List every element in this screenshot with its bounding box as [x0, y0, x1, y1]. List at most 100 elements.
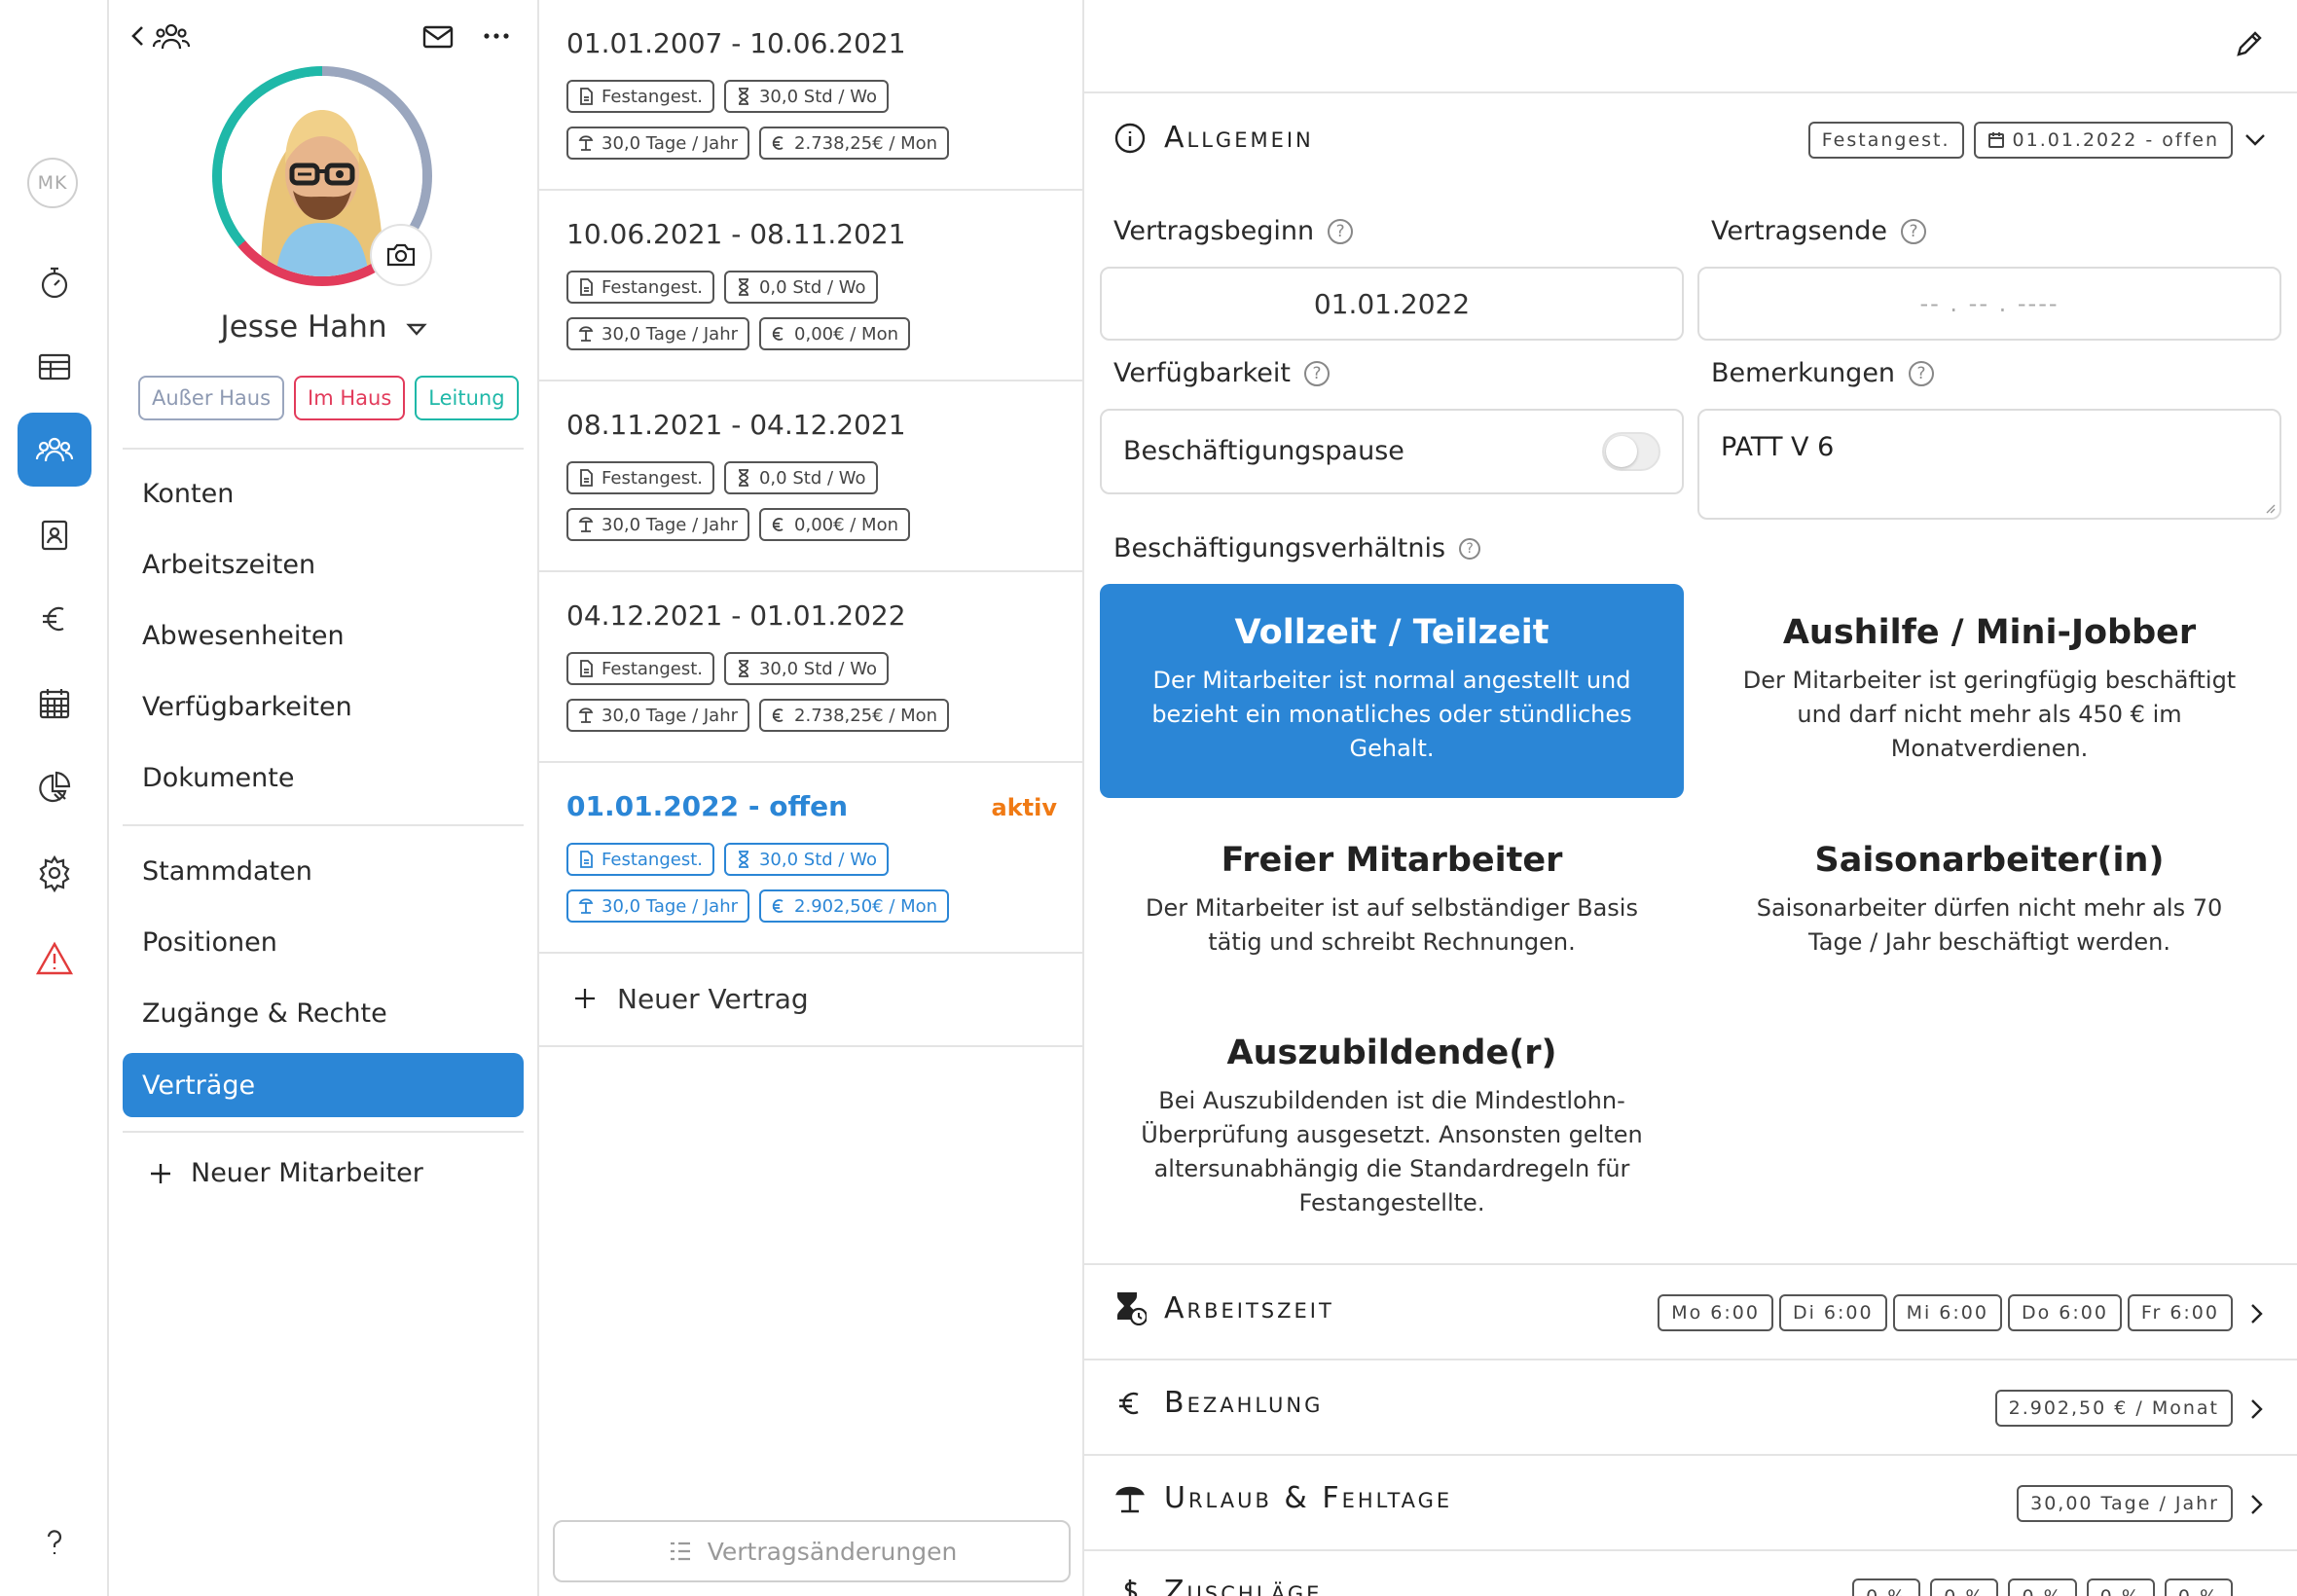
add-employee-button[interactable]: Neuer Mitarbeiter: [148, 1158, 423, 1188]
remarks-textarea[interactable]: PATT V 6: [1697, 409, 2281, 520]
team-small-icon[interactable]: [152, 19, 191, 53]
nav-item-positionen[interactable]: Positionen: [123, 910, 524, 974]
option-description: Der Mitarbeiter ist normal angestellt un…: [1151, 667, 1632, 762]
section-header-arbeitszeit[interactable]: Arbeitszeit: [1113, 1290, 1334, 1325]
section-header-bezahlung[interactable]: Bezahlung: [1113, 1386, 1323, 1420]
divider: [1084, 1549, 2297, 1551]
divider: [1084, 91, 2297, 93]
user-avatar[interactable]: MK: [27, 158, 78, 208]
back-icon[interactable]: [125, 19, 154, 53]
beach-umbrella-icon: [1115, 1486, 1145, 1512]
table-icon[interactable]: [18, 330, 91, 404]
contract-card[interactable]: 01.01.2022 - offen aktiv Festangest. 30,0 S…: [539, 763, 1084, 954]
chevron-right-icon[interactable]: [2244, 1491, 2268, 1518]
section-title: Allgemein: [1164, 121, 1314, 155]
pie-chart-icon[interactable]: [18, 751, 91, 825]
contract-vacation-text: 30,0 Tage / Jahr: [602, 132, 739, 154]
employment-relation-label: Beschäftigungsverhältnis ?: [1113, 533, 1481, 563]
contract-card[interactable]: 01.01.2007 - 10.06.2021 Festangest. 30,0 S…: [539, 0, 1084, 191]
contract-changes-label: Vertragsänderungen: [707, 1537, 958, 1566]
contract-type-tag: Festangest.: [566, 461, 714, 494]
status-chip-leitung[interactable]: Leitung: [415, 376, 519, 420]
help-icon[interactable]: ?: [1901, 218, 1926, 244]
worktime-tag: Mi 6:00: [1892, 1294, 2002, 1331]
section-header-allgemein[interactable]: Allgemein: [1113, 121, 1314, 155]
contract-tags-row: Festangest. 30,0 Std / Wo: [566, 843, 889, 876]
plus-icon: [575, 989, 595, 1008]
new-contract-button[interactable]: Neuer Vertrag: [539, 952, 1084, 1047]
option-vollzeit-teilzeit[interactable]: Vollzeit / Teilzeit Der Mitarbeiter ist …: [1100, 584, 1684, 798]
option-description: Der Mitarbeiter ist geringfügig beschäft…: [1742, 667, 2237, 762]
contract-vacation-text: 30,0 Tage / Jahr: [602, 705, 739, 726]
nav-item-konten[interactable]: Konten: [123, 461, 524, 526]
more-options-icon[interactable]: [479, 19, 514, 53]
status-chip-ausser-haus[interactable]: Außer Haus: [138, 376, 285, 420]
contract-changes-button[interactable]: Vertragsänderungen: [553, 1520, 1071, 1582]
euro-icon[interactable]: [18, 582, 91, 656]
option-auszubildende[interactable]: Auszubildende(r) Bei Auszubildenden ist …: [1100, 1008, 1684, 1242]
section-header-urlaub[interactable]: Urlaub & Fehltage: [1113, 1481, 1452, 1515]
nav-item-vertraege[interactable]: Verträge: [123, 1053, 524, 1117]
nav-item-verfuegbarkeiten[interactable]: Verfügbarkeiten: [123, 674, 524, 739]
contract-pay-text: 2.902,50€ / Mon: [794, 895, 938, 917]
contract-hours-text: 30,0 Std / Wo: [758, 658, 877, 679]
gear-icon[interactable]: [18, 836, 91, 910]
document-icon: [578, 660, 594, 677]
timer-icon[interactable]: [18, 245, 91, 319]
chevron-right-icon[interactable]: [2244, 1300, 2268, 1327]
resize-handle-icon[interactable]: [2264, 502, 2276, 514]
employee-name[interactable]: Jesse Hahn: [109, 309, 539, 345]
contact-card-icon[interactable]: [18, 498, 91, 572]
help-icon[interactable]: ?: [1328, 218, 1354, 244]
nav-item-zugaenge-rechte[interactable]: Zugänge & Rechte: [123, 981, 524, 1045]
contract-hours-tag: 0,0 Std / Wo: [723, 461, 878, 494]
option-freier-mitarbeiter[interactable]: Freier Mitarbeiter Der Mitarbeiter ist a…: [1100, 816, 1684, 991]
nav-item-dokumente[interactable]: Dokumente: [123, 745, 524, 810]
availability-label-text: Verfügbarkeit: [1113, 358, 1291, 388]
worktime-tag: Fr 6:00: [2127, 1294, 2233, 1331]
help-icon[interactable]: ?: [1459, 537, 1481, 560]
contract-card[interactable]: 10.06.2021 - 08.11.2021 Festangest. 0,0 St…: [539, 191, 1084, 381]
contract-hours-tag: 30,0 Std / Wo: [723, 843, 889, 876]
hourglass-icon: [736, 88, 751, 105]
beach-umbrella-icon: [578, 897, 594, 915]
contract-hours-tag: 30,0 Std / Wo: [723, 80, 889, 113]
worktime-tag: Do 6:00: [2007, 1294, 2122, 1331]
contract-period: 10.06.2021 - 08.11.2021: [566, 218, 906, 250]
section-header-zuschlaege[interactable]: Zuschläge: [1113, 1575, 1322, 1596]
team-icon[interactable]: [18, 413, 91, 487]
chevron-right-icon[interactable]: [2244, 1396, 2268, 1423]
help-icon[interactable]: ?: [1304, 360, 1330, 386]
availability-label: Verfügbarkeit ?: [1113, 358, 1330, 388]
help-icon[interactable]: [18, 1505, 91, 1579]
divider: [123, 448, 524, 450]
employment-pause-field: Beschäftigungspause: [1100, 409, 1684, 494]
contract-card[interactable]: 08.11.2021 - 04.12.2021 Festangest. 0,0 St…: [539, 381, 1084, 572]
contract-type-text: Festangest.: [602, 276, 703, 298]
contract-card[interactable]: 04.12.2021 - 01.01.2022 Festangest. 30,0 S…: [539, 572, 1084, 763]
nav-item-arbeitszeiten[interactable]: Arbeitszeiten: [123, 532, 524, 597]
surcharge-holiday-tag: 0 %: [2008, 1578, 2077, 1596]
end-date-field[interactable]: -- . -- . ----: [1697, 267, 2281, 341]
status-chip-im-haus[interactable]: Im Haus: [294, 376, 406, 420]
nav-item-abwesenheiten[interactable]: Abwesenheiten: [123, 603, 524, 668]
start-date-field[interactable]: 01.01.2022: [1100, 267, 1684, 341]
beach-umbrella-icon: [578, 707, 594, 724]
change-photo-button[interactable]: [370, 224, 432, 286]
option-title: Aushilfe / Mini-Jobber: [1782, 613, 2197, 652]
help-icon[interactable]: ?: [1909, 360, 1935, 386]
mail-icon[interactable]: [420, 19, 456, 53]
divider: [1084, 1263, 2297, 1265]
nav-item-stammdaten[interactable]: Stammdaten: [123, 839, 524, 903]
money-icon: [1124, 1578, 1138, 1596]
option-aushilfe-minijobber[interactable]: Aushilfe / Mini-Jobber Der Mitarbeiter i…: [1697, 584, 2281, 798]
chevron-down-icon[interactable]: [2242, 127, 2268, 152]
employment-pause-toggle[interactable]: [1602, 432, 1660, 471]
divider: [1084, 1359, 2297, 1360]
edit-icon[interactable]: [2233, 27, 2266, 60]
calendar-icon[interactable]: [18, 667, 91, 741]
contract-vacation-tag: 30,0 Tage / Jahr: [566, 508, 750, 541]
option-saisonarbeiter[interactable]: Saisonarbeiter(in) Saisonarbeiter dürfen…: [1697, 816, 2281, 991]
warning-icon[interactable]: [18, 922, 91, 996]
contract-hours-text: 0,0 Std / Wo: [758, 467, 866, 489]
